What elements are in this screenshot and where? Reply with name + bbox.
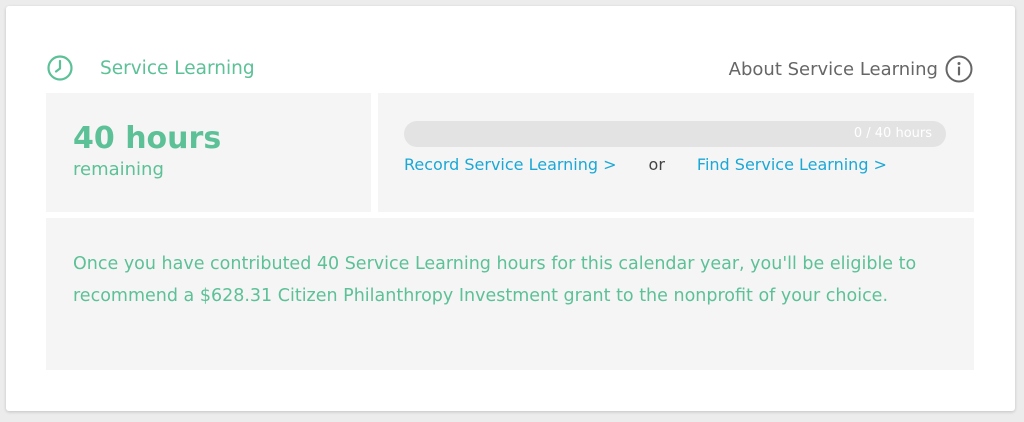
hours-remaining-panel: 40 hours remaining [46,93,371,212]
action-links: Record Service Learning > or Find Servic… [404,152,887,176]
about-label[interactable]: About Service Learning [729,59,938,80]
progress-bar: 0 / 40 hours [404,121,946,147]
section-title: Service Learning [100,58,255,79]
progress-panel: 0 / 40 hours Record Service Learning > o… [378,93,974,212]
record-service-learning-link[interactable]: Record Service Learning > [404,155,617,174]
about-service-learning-link[interactable]: About Service Learning [729,54,974,84]
find-service-learning-link[interactable]: Find Service Learning > [697,155,887,174]
progress-label: 0 / 40 hours [853,126,932,141]
info-icon[interactable] [944,54,974,84]
hours-remaining-label: remaining [73,159,164,180]
description-panel: Once you have contributed 40 Service Lea… [46,218,974,370]
card-header: Service Learning About Service Learning [46,50,974,86]
hours-remaining-value: 40 hours [73,121,222,156]
eligibility-description: Once you have contributed 40 Service Lea… [73,254,917,306]
clock-icon [47,55,73,81]
service-learning-card: Service Learning About Service Learning … [6,6,1015,411]
or-separator: or [648,154,665,174]
